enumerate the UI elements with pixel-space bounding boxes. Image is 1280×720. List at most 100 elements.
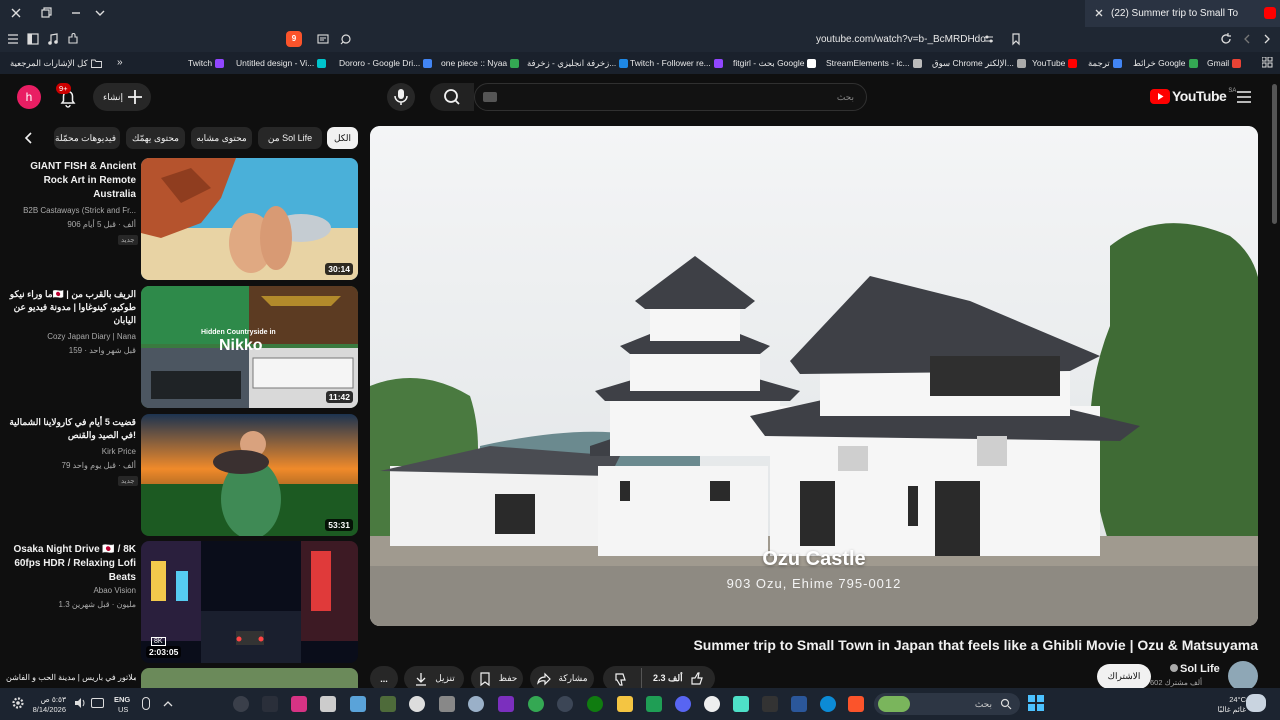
- active-tab[interactable]: (22) Summer trip to Small To: [1085, 0, 1280, 27]
- taskbar-search[interactable]: بحث: [874, 693, 1020, 715]
- chip-uploads[interactable]: فيديوهات محمّلة: [54, 127, 120, 149]
- music-icon[interactable]: [46, 32, 60, 46]
- discord-taskbar-icon[interactable]: [675, 696, 691, 712]
- url-text[interactable]: youtube.com/watch?v=b-_BcMRDHdo: [816, 34, 986, 45]
- terminal-taskbar-icon[interactable]: [762, 696, 778, 712]
- related-video-card[interactable]: ملاتور في باريس | مدينة الحب و الفاشن FR: [0, 668, 360, 688]
- channel-name[interactable]: Kirk Price: [6, 447, 136, 456]
- related-video-card[interactable]: 30:14 GIANT FISH & Ancient Rock Art in R…: [0, 158, 360, 280]
- video-title[interactable]: ملاتور في باريس | مدينة الحب و الفاشن FR: [6, 671, 136, 685]
- create-button[interactable]: إنشاء: [93, 83, 151, 111]
- notifications-button[interactable]: 9+: [56, 83, 80, 110]
- app-blue-taskbar-icon[interactable]: [468, 696, 484, 712]
- windows-start-icon[interactable]: [1028, 695, 1044, 711]
- channel-name[interactable]: Cozy Japan Diary | Nana: [6, 332, 136, 341]
- back-icon[interactable]: [1240, 32, 1254, 46]
- reload-icon[interactable]: [1219, 32, 1233, 46]
- bookmark-item[interactable]: Untitled design - Vi...: [236, 58, 327, 68]
- language-indicator[interactable]: ENG: [114, 695, 130, 704]
- video-title[interactable]: قضيت 5 أيام في كارولاينا الشمالية في الص…: [6, 416, 136, 442]
- app-b-taskbar-icon[interactable]: [646, 696, 662, 712]
- extensions-icon[interactable]: [66, 32, 80, 46]
- menu-icon[interactable]: [6, 32, 20, 46]
- clock-date[interactable]: 8/14/2026: [26, 705, 66, 714]
- weather-temp[interactable]: 24°C: [1216, 695, 1246, 704]
- video-thumbnail[interactable]: 8K 2:03:05: [141, 541, 358, 663]
- app-pink-taskbar-icon[interactable]: [291, 696, 307, 712]
- minecraft-taskbar-icon[interactable]: [380, 696, 396, 712]
- dislike-button[interactable]: [613, 671, 629, 687]
- app-record-taskbar-icon[interactable]: [233, 696, 249, 712]
- app-grey-taskbar-icon[interactable]: [439, 696, 455, 712]
- close-window-icon[interactable]: [8, 5, 26, 21]
- restore-window-icon[interactable]: [38, 5, 56, 21]
- bookmark-item[interactable]: سوق Chrome الإلكتر...: [932, 58, 1026, 69]
- app-settings-taskbar-icon[interactable]: [704, 696, 720, 712]
- app-dots-taskbar-icon[interactable]: [262, 696, 278, 712]
- reader-mode-icon[interactable]: [316, 32, 330, 46]
- media-player-taskbar-icon[interactable]: [498, 696, 514, 712]
- video-thumbnail[interactable]: 53:31: [141, 414, 358, 536]
- subscribe-button[interactable]: الاشتراك: [1097, 664, 1151, 689]
- chrome-taskbar-icon[interactable]: [528, 696, 544, 712]
- chip-for-you[interactable]: محتوى يهمّك: [126, 127, 185, 149]
- channel-name[interactable]: B2B Castaways (Strick and Fr...: [6, 206, 136, 215]
- video-title[interactable]: Osaka Night Drive 🇯🇵 / 8K 60fps HDR / Re…: [6, 543, 137, 585]
- bookmark-item[interactable]: Twitch - Follower re...: [630, 58, 723, 68]
- search-button[interactable]: [430, 83, 474, 111]
- bookmark-item[interactable]: fitgirl - بحث Google: [733, 58, 817, 69]
- app-qb-taskbar-icon[interactable]: [557, 696, 573, 712]
- video-title[interactable]: ما وراء نيكو🇯🇵 | الريف بالقرب من طوكيو، …: [6, 288, 136, 327]
- search-input[interactable]: بحث: [474, 83, 867, 111]
- related-video-card[interactable]: 8K 2:03:05 Osaka Night Drive 🇯🇵 / 8K 60f…: [0, 541, 360, 663]
- minimize-window-icon[interactable]: [68, 5, 86, 21]
- youtube-logo[interactable]: YouTube SA: [1150, 88, 1236, 104]
- bookmark-item[interactable]: خرائط Google: [1133, 58, 1198, 69]
- close-tab-icon[interactable]: [1093, 7, 1105, 19]
- chips-scroll-left-button[interactable]: [22, 131, 36, 145]
- weather-cloud-icon[interactable]: [1246, 694, 1266, 712]
- microphone-tray-icon[interactable]: [142, 697, 150, 710]
- battery-icon[interactable]: [91, 698, 104, 708]
- file-explorer-taskbar-icon[interactable]: [617, 696, 633, 712]
- sidebar-icon[interactable]: [26, 32, 40, 46]
- related-video-card[interactable]: 53:31 قضيت 5 أيام في كارولاينا الشمالية …: [0, 414, 360, 536]
- channel-name[interactable]: Abao Vision: [6, 586, 136, 595]
- apps-grid-icon[interactable]: [1262, 57, 1273, 68]
- forward-icon[interactable]: [1260, 32, 1274, 46]
- bookmark-item[interactable]: YouTube: [1032, 58, 1078, 68]
- video-thumbnail[interactable]: Hidden Countryside in Nikko 11:42: [141, 286, 358, 408]
- tray-overflow-icon[interactable]: [162, 698, 174, 710]
- keyboard-icon[interactable]: [483, 92, 497, 102]
- video-title[interactable]: GIANT FISH & Ancient Rock Art in Remote …: [6, 160, 136, 202]
- bookmark-all-folder[interactable]: كل الإشارات المرجعية: [10, 58, 102, 69]
- chip-all[interactable]: الكل: [327, 127, 358, 149]
- guide-menu-button[interactable]: [1236, 90, 1252, 104]
- edge-taskbar-icon[interactable]: [820, 696, 836, 712]
- clock-time[interactable]: ٥:٥٣ ص: [26, 695, 66, 704]
- avatar[interactable]: h: [17, 85, 41, 109]
- bookmark-item[interactable]: ترجمة: [1088, 58, 1122, 69]
- bookmark-item[interactable]: Gmail: [1207, 58, 1242, 68]
- bookmark-item[interactable]: StreamElements - ic...: [826, 58, 922, 68]
- bookmark-item[interactable]: one piece :: Nyaa: [441, 58, 520, 68]
- steam-taskbar-icon[interactable]: [409, 696, 425, 712]
- word-taskbar-icon[interactable]: [791, 696, 807, 712]
- zoom-icon[interactable]: [339, 32, 353, 46]
- app-triangle-taskbar-icon[interactable]: [350, 696, 366, 712]
- video-thumbnail[interactable]: 30:14: [141, 158, 358, 280]
- chip-related[interactable]: محتوى مشابه: [191, 127, 252, 149]
- brave-shield-icon[interactable]: 9: [286, 31, 302, 47]
- channel-name-main[interactable]: Sol Life: [1170, 663, 1222, 675]
- bookmark-item[interactable]: Dororo - Google Dri...: [339, 58, 433, 68]
- volume-icon[interactable]: [74, 697, 86, 709]
- app-box-taskbar-icon[interactable]: [320, 696, 336, 712]
- chip-from-channel[interactable]: من Sol Life: [258, 127, 322, 149]
- video-thumbnail[interactable]: [141, 668, 358, 688]
- site-settings-icon[interactable]: [983, 33, 995, 45]
- bookmark-item[interactable]: زخرفة انجليزي - زخرفة...: [527, 58, 629, 69]
- settings-gear-icon[interactable]: [11, 696, 25, 710]
- channel-avatar[interactable]: [1228, 661, 1258, 691]
- bookmark-item[interactable]: Twitch: [188, 58, 225, 68]
- related-video-card[interactable]: Hidden Countryside in Nikko 11:42 ما ورا…: [0, 286, 360, 408]
